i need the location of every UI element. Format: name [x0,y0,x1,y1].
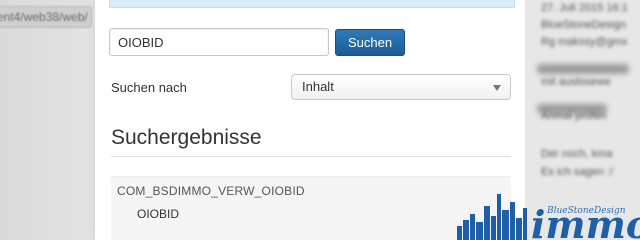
search-button[interactable]: Suchen [335,29,405,56]
sidebar-text-line: mit auslosewe [541,76,611,88]
search-for-label: Suchen nach [111,80,187,95]
sidebar-text-line: Der noch, kma [541,148,613,160]
path-breadcrumb[interactable]: ent4/web38/web/ [0,6,92,28]
divider [111,156,511,157]
result-item[interactable]: COM_BSDIMMO_VERW_OIOBID OIOBID [111,176,511,240]
chevron-down-icon [493,85,501,91]
logo-tagline: BlueStoneDesign [546,206,626,216]
results-heading: Suchergebnisse [111,126,262,149]
screen: ent4/web38/web/ Suchen Suchen nach Inhal… [0,0,640,240]
left-gutter: ent4/web38/web/ [0,0,95,240]
info-message-strip [109,0,515,8]
sidebar-text-line: 27. Juli 2015 16:1 [541,2,628,14]
sidebar-text-line: BlueStoneDesign [541,19,627,31]
search-for-select[interactable]: Inhalt [291,74,511,100]
search-for-selected-value: Inhalt [302,79,334,94]
brand-logo: immo BlueStoneDesign [457,194,640,240]
sidebar-blur-block [537,64,629,74]
result-key: COM_BSDIMMO_VERW_OIOBID [117,184,305,198]
sidebar-text-line: Es ich sagen :/ [541,166,614,178]
search-input[interactable] [109,28,329,56]
sidebar-text-line: Anmal prüfen [541,110,607,122]
result-value: OIOBID [137,207,180,221]
sidebar-text-line: Rg makssy@gmx [541,36,628,48]
